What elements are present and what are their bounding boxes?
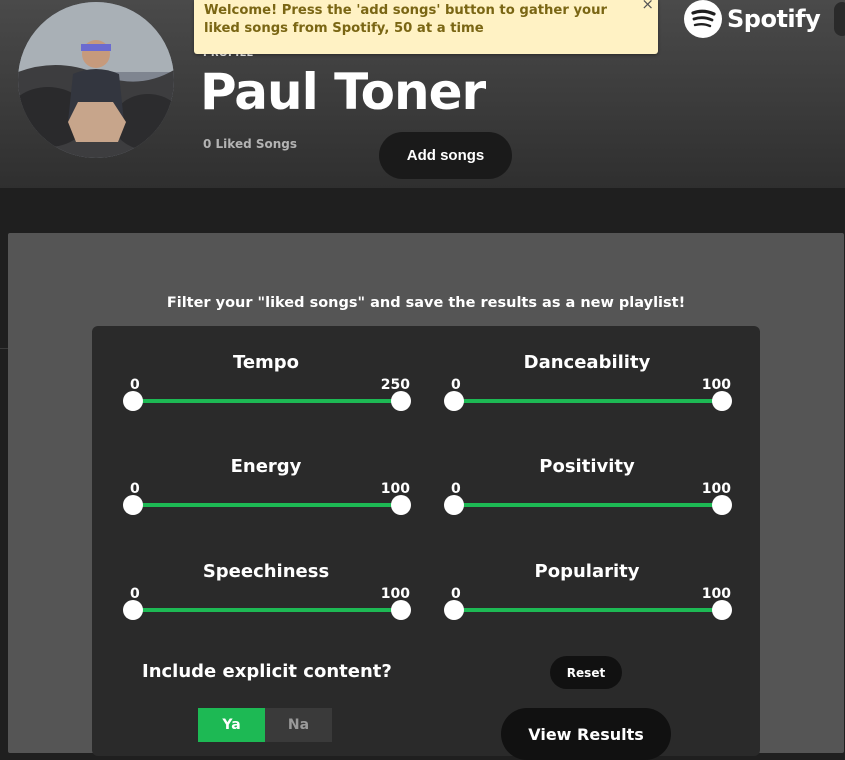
filter-panel: Filter your "liked songs" and save the r… — [8, 233, 844, 760]
filter-title: Filter your "liked songs" and save the r… — [166, 295, 686, 311]
slider-max: 100 — [380, 586, 410, 602]
slider-max-handle[interactable] — [391, 495, 411, 515]
slider-label: Energy — [230, 456, 302, 477]
slider-min-handle[interactable] — [123, 391, 143, 411]
slider-speechiness: Speechiness 0 100 — [122, 535, 411, 635]
slider-max-handle[interactable] — [712, 600, 732, 620]
profile-name: Paul Toner — [200, 63, 486, 121]
slider-max-handle[interactable] — [712, 391, 732, 411]
slider-label: Danceability — [523, 352, 651, 373]
avatar — [18, 2, 174, 158]
slider-min-handle[interactable] — [444, 600, 464, 620]
reset-button[interactable]: Reset — [550, 656, 622, 689]
edge-button[interactable] — [834, 2, 845, 36]
explicit-content-label: Include explicit content? — [142, 661, 392, 682]
slider-min-handle[interactable] — [123, 495, 143, 515]
slider-min-handle[interactable] — [444, 495, 464, 515]
slider-max: 250 — [380, 377, 410, 393]
view-results-button[interactable]: View Results — [501, 708, 671, 760]
slider-track[interactable] — [455, 399, 719, 403]
slider-danceability: Danceability 0 100 — [443, 326, 732, 426]
slider-track[interactable] — [134, 503, 398, 507]
slider-max: 100 — [380, 481, 410, 497]
divider — [0, 348, 8, 349]
slider-energy: Energy 0 100 — [122, 430, 411, 530]
slider-min-handle[interactable] — [123, 600, 143, 620]
slider-label: Tempo — [232, 352, 300, 373]
explicit-yes-button[interactable]: Ya — [198, 708, 265, 742]
brand: Spotify — [684, 0, 824, 38]
slider-max-handle[interactable] — [391, 391, 411, 411]
close-icon[interactable]: × — [641, 0, 654, 13]
filter-box: Tempo 0 250 Danceability 0 100 Energy 0 … — [92, 326, 760, 760]
explicit-toggle: Ya Na — [198, 708, 332, 742]
slider-min-handle[interactable] — [444, 391, 464, 411]
add-songs-button[interactable]: Add songs — [379, 132, 512, 179]
slider-max: 100 — [701, 377, 731, 393]
slider-track[interactable] — [134, 608, 398, 612]
slider-label: Positivity — [539, 456, 635, 477]
welcome-toast: Welcome! Press the 'add songs' button to… — [194, 0, 658, 54]
slider-tempo: Tempo 0 250 — [122, 326, 411, 426]
explicit-no-button[interactable]: Na — [265, 708, 332, 742]
slider-popularity: Popularity 0 100 — [443, 535, 732, 635]
slider-label: Popularity — [534, 561, 640, 582]
slider-track[interactable] — [455, 503, 719, 507]
slider-positivity: Positivity 0 100 — [443, 430, 732, 530]
slider-max-handle[interactable] — [712, 495, 732, 515]
liked-songs-count: 0 Liked Songs — [203, 137, 298, 151]
brand-name: Spotify — [727, 5, 821, 33]
toast-message: Welcome! Press the 'add songs' button to… — [204, 3, 608, 36]
slider-max: 100 — [701, 481, 731, 497]
slider-track[interactable] — [134, 399, 398, 403]
spotify-logo-icon — [684, 0, 722, 38]
slider-max-handle[interactable] — [391, 600, 411, 620]
slider-track[interactable] — [455, 608, 719, 612]
slider-label: Speechiness — [202, 561, 330, 582]
slider-max: 100 — [701, 586, 731, 602]
